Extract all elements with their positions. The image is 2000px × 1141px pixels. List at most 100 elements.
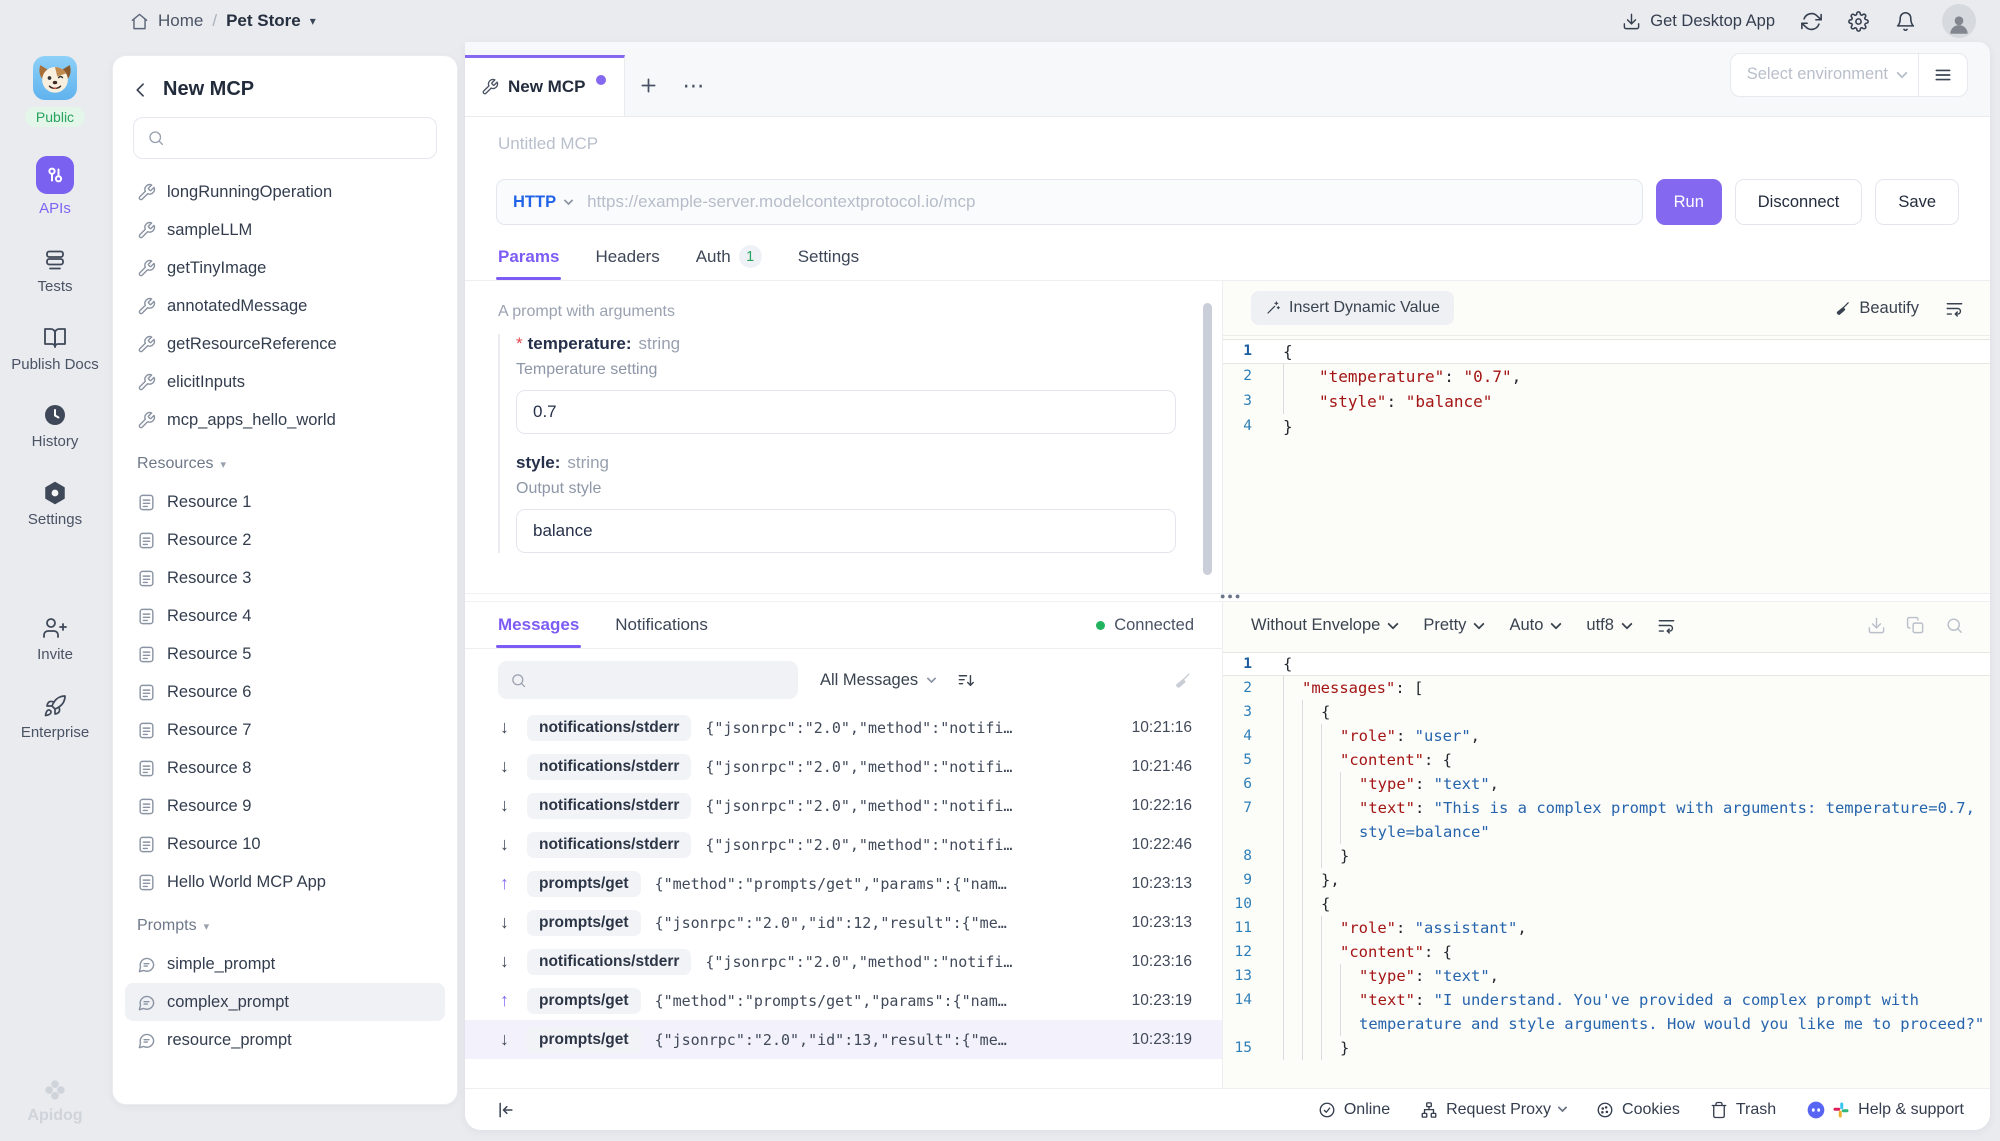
- resource-item-resource-10[interactable]: Resource 10: [125, 825, 445, 863]
- message-filter-select[interactable]: All Messages: [820, 671, 935, 690]
- rail-item-apis[interactable]: APIs: [9, 156, 101, 219]
- back-icon[interactable]: [131, 80, 151, 100]
- tool-item-elicitinputs[interactable]: elicitInputs: [125, 363, 445, 401]
- resource-item-resource-6[interactable]: Resource 6: [125, 673, 445, 711]
- tab-headers[interactable]: Headers: [595, 233, 659, 280]
- message-row[interactable]: ↓ prompts/get {"jsonrpc":"2.0","id":13,"…: [465, 1020, 1222, 1059]
- section-resources[interactable]: Resources ▾: [125, 445, 445, 483]
- resource-item-label: Resource 7: [167, 721, 251, 740]
- messages-search-input[interactable]: [498, 661, 798, 699]
- tab-auth[interactable]: Auth1: [696, 233, 762, 280]
- tab-more-button[interactable]: ⋯: [671, 55, 717, 116]
- sync-icon[interactable]: [1801, 11, 1822, 32]
- rail-item-history[interactable]: History: [9, 403, 101, 452]
- explorer-search-input[interactable]: [133, 117, 437, 159]
- project-caret-icon[interactable]: ▾: [310, 14, 316, 28]
- rail-item-enterprise[interactable]: Enterprise: [9, 694, 101, 743]
- download-response-icon[interactable]: [1867, 616, 1886, 635]
- resource-item-resource-7[interactable]: Resource 7: [125, 711, 445, 749]
- resource-item-resource-3[interactable]: Resource 3: [125, 559, 445, 597]
- workspace-avatar[interactable]: [33, 56, 77, 100]
- tab-messages[interactable]: Messages: [498, 602, 579, 648]
- encoding-select[interactable]: utf8: [1586, 616, 1631, 635]
- cookies-button[interactable]: Cookies: [1596, 1101, 1680, 1119]
- protocol-select[interactable]: HTTP: [513, 193, 556, 212]
- sort-icon[interactable]: [957, 671, 976, 690]
- bell-icon[interactable]: [1895, 11, 1916, 32]
- slack-icon[interactable]: [1832, 1101, 1850, 1119]
- breadcrumb-home[interactable]: Home: [158, 11, 203, 31]
- message-row[interactable]: ↓ prompts/get {"jsonrpc":"2.0","id":12,"…: [465, 903, 1222, 942]
- resource-item-resource-2[interactable]: Resource 2: [125, 521, 445, 559]
- tab-notifications[interactable]: Notifications: [615, 602, 708, 648]
- online-status[interactable]: Online: [1318, 1101, 1390, 1119]
- tool-item-getresourcereference[interactable]: getResourceReference: [125, 325, 445, 363]
- tab-params[interactable]: Params: [498, 233, 559, 280]
- insert-dynamic-value-button[interactable]: Insert Dynamic Value: [1251, 291, 1454, 325]
- clear-messages-icon[interactable]: [1173, 671, 1192, 690]
- message-row[interactable]: ↓ notifications/stderr {"jsonrpc":"2.0",…: [465, 825, 1222, 864]
- resource-item-resource-4[interactable]: Resource 4: [125, 597, 445, 635]
- chevron-down-icon: [1551, 618, 1562, 629]
- resource-item-resource-1[interactable]: Resource 1: [125, 483, 445, 521]
- mcp-name-input[interactable]: Untitled MCP: [465, 117, 1990, 171]
- collapse-sidebar-icon[interactable]: [496, 1100, 516, 1120]
- disconnect-button[interactable]: Disconnect: [1735, 179, 1863, 225]
- tool-item-samplellm[interactable]: sampleLLM: [125, 211, 445, 249]
- tool-item-longrunningoperation[interactable]: longRunningOperation: [125, 173, 445, 211]
- panel-resize-handle[interactable]: ●●●: [465, 593, 1990, 602]
- discord-icon[interactable]: [1806, 1100, 1826, 1120]
- message-row[interactable]: ↓ notifications/stderr {"jsonrpc":"2.0",…: [465, 786, 1222, 825]
- message-row[interactable]: ↓ notifications/stderr {"jsonrpc":"2.0",…: [465, 708, 1222, 747]
- line-number: 4: [1223, 414, 1269, 439]
- new-tab-button[interactable]: [625, 55, 671, 116]
- message-row[interactable]: ↑ prompts/get {"method":"prompts/get","p…: [465, 864, 1222, 903]
- environment-select[interactable]: Select environment: [1731, 65, 1918, 84]
- resource-item-resource-9[interactable]: Resource 9: [125, 787, 445, 825]
- breadcrumb-project[interactable]: Pet Store: [226, 11, 301, 31]
- get-desktop-app-button[interactable]: Get Desktop App: [1622, 12, 1775, 31]
- search-response-icon[interactable]: [1945, 616, 1964, 635]
- prompt-item-simple-prompt[interactable]: simple_prompt: [125, 945, 445, 983]
- message-row[interactable]: ↓ notifications/stderr {"jsonrpc":"2.0",…: [465, 942, 1222, 981]
- request-body-code[interactable]: 1 { 2 "temperature": "0.7", 3 "style": "…: [1223, 336, 1990, 593]
- envelope-select[interactable]: Without Envelope: [1251, 616, 1397, 635]
- gear-icon[interactable]: [1848, 11, 1869, 32]
- message-row[interactable]: ↑ prompts/get {"method":"prompts/get","p…: [465, 981, 1222, 1020]
- tool-item-mcp-apps-hello-world[interactable]: mcp_apps_hello_world: [125, 401, 445, 439]
- field-input-temperature[interactable]: 0.7: [516, 390, 1176, 434]
- tool-item-gettinyimage[interactable]: getTinyImage: [125, 249, 445, 287]
- message-row[interactable]: ↓ notifications/stderr {"jsonrpc":"2.0",…: [465, 747, 1222, 786]
- tool-item-annotatedmessage[interactable]: annotatedMessage: [125, 287, 445, 325]
- request-proxy-button[interactable]: Request Proxy: [1420, 1101, 1566, 1119]
- tab-new-mcp[interactable]: New MCP: [465, 55, 625, 116]
- field-input-style[interactable]: balance: [516, 509, 1176, 553]
- user-avatar[interactable]: [1942, 4, 1976, 38]
- rail-item-tests[interactable]: Tests: [9, 248, 101, 297]
- rail-item-settings[interactable]: Settings: [9, 481, 101, 530]
- response-body-code[interactable]: 1 { 2 "messages": [ 3 { 4 "role": "user"…: [1223, 649, 1990, 1088]
- resource-item-hello-world-mcp-app[interactable]: Hello World MCP App: [125, 863, 445, 901]
- explorer-title: New MCP: [163, 78, 254, 101]
- help-support-button[interactable]: Help & support: [1806, 1100, 1964, 1120]
- resource-item-resource-5[interactable]: Resource 5: [125, 635, 445, 673]
- tab-settings[interactable]: Settings: [798, 233, 859, 280]
- resource-item-resource-8[interactable]: Resource 8: [125, 749, 445, 787]
- mode-select[interactable]: Auto: [1509, 616, 1560, 635]
- prompt-item-resource-prompt[interactable]: resource_prompt: [125, 1021, 445, 1059]
- beautify-button[interactable]: Beautify: [1834, 299, 1919, 318]
- rail-item-invite[interactable]: Invite: [9, 616, 101, 665]
- environment-menu-button[interactable]: [1919, 54, 1967, 96]
- trash-button[interactable]: Trash: [1710, 1101, 1776, 1119]
- rail-item-publish-docs[interactable]: Publish Docs: [9, 326, 101, 375]
- copy-icon[interactable]: [1906, 616, 1925, 635]
- save-button[interactable]: Save: [1875, 179, 1959, 225]
- format-select[interactable]: Pretty: [1423, 616, 1483, 635]
- url-input[interactable]: HTTP https://example-server.modelcontext…: [496, 179, 1643, 225]
- word-wrap-icon[interactable]: [1945, 299, 1964, 318]
- section-prompts[interactable]: Prompts ▾: [125, 907, 445, 945]
- run-button[interactable]: Run: [1656, 179, 1722, 225]
- params-scrollbar[interactable]: [1203, 303, 1212, 575]
- prompt-item-complex-prompt[interactable]: complex_prompt: [125, 983, 445, 1021]
- word-wrap-icon[interactable]: [1657, 616, 1676, 635]
